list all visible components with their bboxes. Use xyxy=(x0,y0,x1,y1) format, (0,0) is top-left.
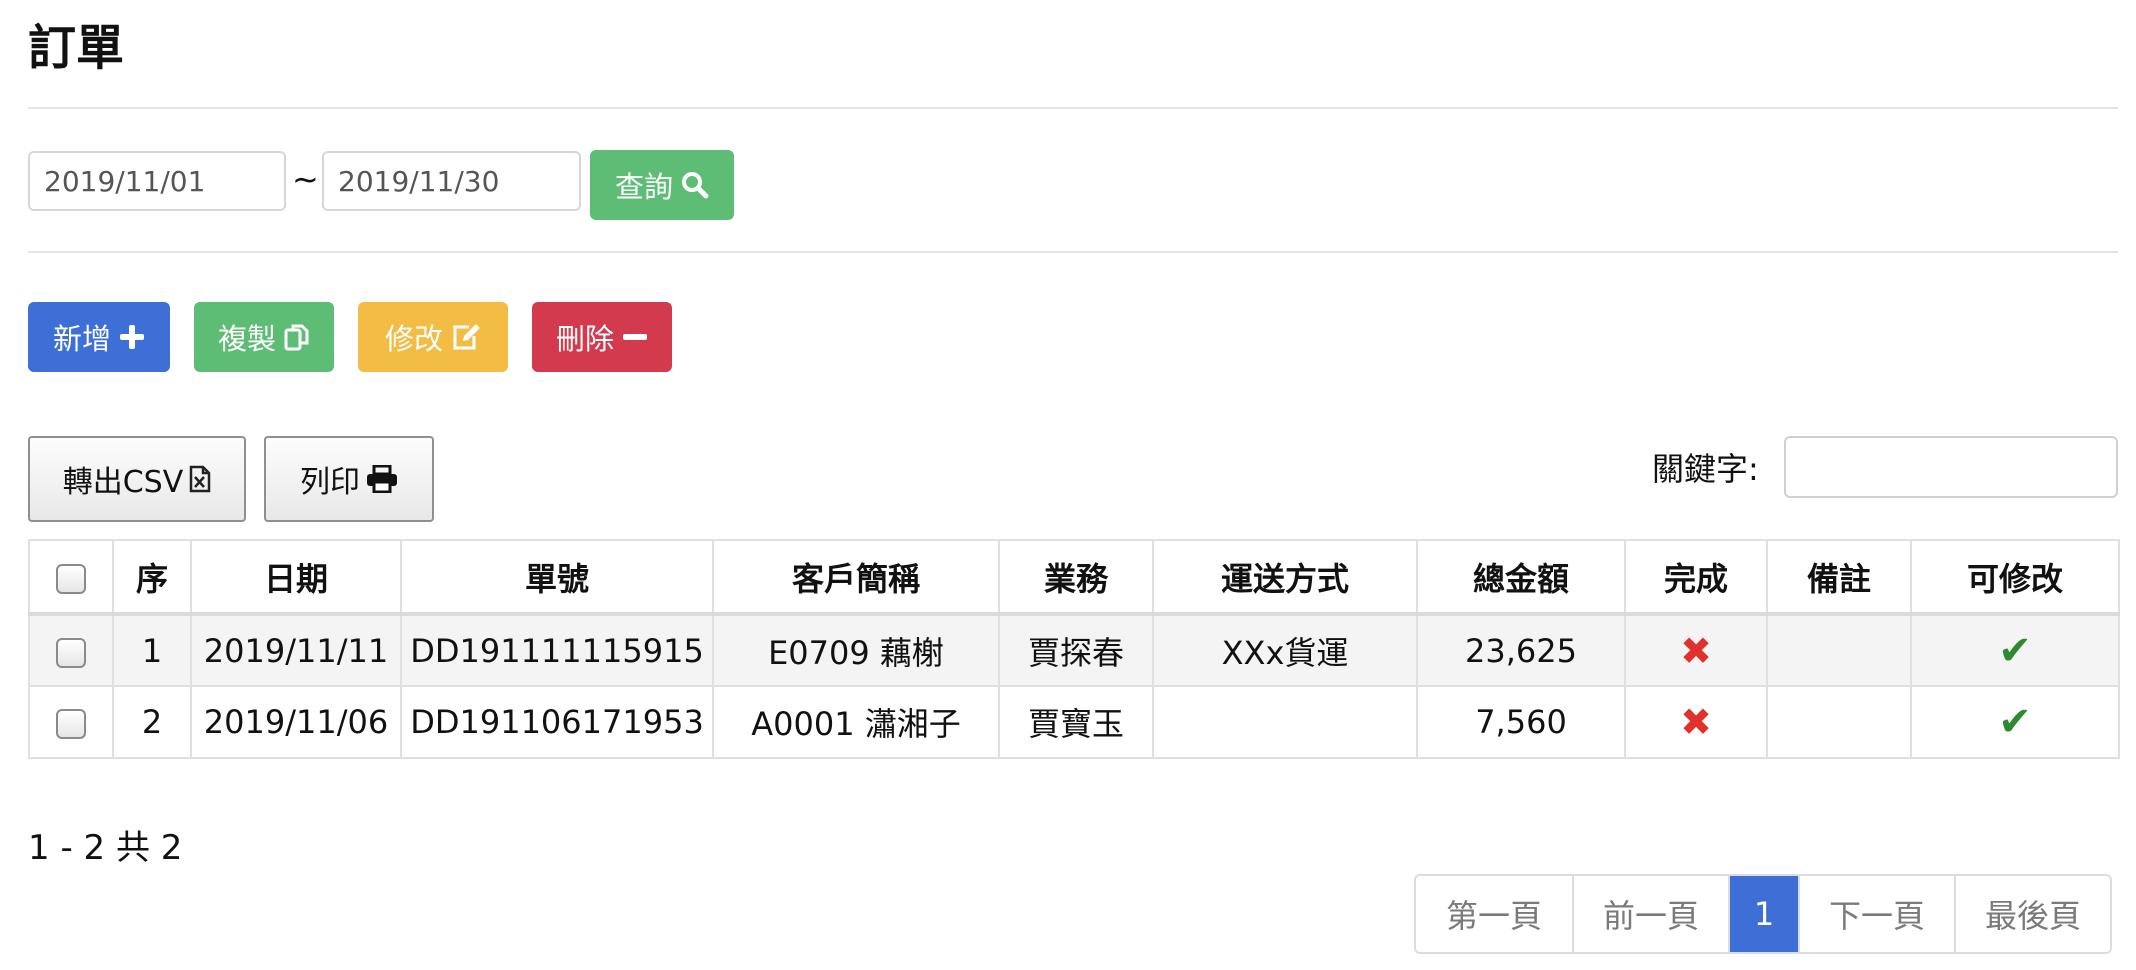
minus-icon xyxy=(623,334,647,340)
end-date-input[interactable] xyxy=(324,153,579,209)
delete-button-label: 刪除 xyxy=(555,322,614,356)
column-header[interactable]: 日期 xyxy=(190,539,402,616)
cell-shipping: XXx貨運 xyxy=(1152,613,1418,687)
last-page-button[interactable]: 最後頁 xyxy=(1954,876,2110,952)
add-button[interactable]: 新增 xyxy=(28,302,170,372)
export-csv-button[interactable]: 轉出CSV xyxy=(28,436,246,522)
keyword-label: 關鍵字: xyxy=(1652,450,1759,488)
page-title: 訂單 xyxy=(28,20,125,76)
column-header[interactable]: 完成 xyxy=(1624,539,1768,616)
date-range-separator: ~ xyxy=(292,160,319,198)
row-checkbox[interactable] xyxy=(56,709,86,739)
search-icon xyxy=(682,172,709,199)
file-excel-icon xyxy=(190,465,211,493)
table-header-row: 序 日期 單號 客戶簡稱 業務 運送方式 總金額 完成 備註 可修改 xyxy=(28,539,2120,616)
column-header[interactable]: 單號 xyxy=(400,539,714,616)
cell-order-no: DD191106171953 xyxy=(400,685,714,759)
copy-button[interactable]: 複製 xyxy=(194,302,334,372)
cell-seq: 1 xyxy=(112,613,192,687)
print-icon xyxy=(367,465,397,493)
copy-button-label: 複製 xyxy=(217,322,276,356)
cell-date: 2019/11/11 xyxy=(190,613,402,687)
cell-shipping xyxy=(1152,685,1418,759)
print-button-label: 列印 xyxy=(300,465,360,500)
delete-button[interactable]: 刪除 xyxy=(532,302,672,372)
copy-icon xyxy=(284,324,309,351)
edit-button-label: 修改 xyxy=(384,322,443,356)
add-button-label: 新增 xyxy=(52,322,111,356)
edit-button[interactable]: 修改 xyxy=(358,302,508,372)
cell-total: 23,625 xyxy=(1416,613,1626,687)
plus-icon xyxy=(120,325,144,349)
select-all-cell xyxy=(28,539,114,616)
edit-icon xyxy=(453,324,480,350)
column-header[interactable]: 業務 xyxy=(998,539,1154,616)
cell-editable: ✔ xyxy=(1910,685,2120,759)
keyword-search-input[interactable] xyxy=(1784,436,2118,498)
first-page-button[interactable]: 第一頁 xyxy=(1416,876,1572,952)
column-header[interactable]: 運送方式 xyxy=(1152,539,1418,616)
search-button-label: 查詢 xyxy=(614,170,673,204)
start-date-group xyxy=(28,151,286,211)
table-row[interactable]: 1 2019/11/11 DD191111115915 E0709 藕榭 賈探春… xyxy=(28,613,2120,687)
divider xyxy=(28,251,2118,253)
cell-seq: 2 xyxy=(112,685,192,759)
column-header[interactable]: 備註 xyxy=(1766,539,1912,616)
check-icon: ✔ xyxy=(1998,627,2032,674)
check-icon: ✔ xyxy=(1998,699,2032,745)
export-csv-label: 轉出CSV xyxy=(62,465,184,500)
end-date-group xyxy=(322,151,581,211)
row-select-cell xyxy=(28,613,114,687)
column-header[interactable]: 序 xyxy=(112,539,192,616)
cell-done: ✖ xyxy=(1624,685,1768,759)
table-row[interactable]: 2 2019/11/06 DD191106171953 A0001 瀟湘子 賈寶… xyxy=(28,685,2120,759)
current-page-button[interactable]: 1 xyxy=(1728,876,1798,952)
next-page-button[interactable]: 下一頁 xyxy=(1798,876,1954,952)
row-select-cell xyxy=(28,685,114,759)
pagination: 第一頁 前一頁 1 下一頁 最後頁 xyxy=(1414,874,2112,954)
cell-total: 7,560 xyxy=(1416,685,1626,759)
column-header[interactable]: 客戶簡稱 xyxy=(712,539,1000,616)
record-summary: 1 - 2 共 2 xyxy=(28,828,183,868)
column-header[interactable]: 總金額 xyxy=(1416,539,1626,616)
cell-done: ✖ xyxy=(1624,613,1768,687)
start-date-input[interactable] xyxy=(30,153,284,209)
column-header[interactable]: 可修改 xyxy=(1910,539,2120,616)
cell-order-no: DD191111115915 xyxy=(400,613,714,687)
cross-icon: ✖ xyxy=(1680,628,1712,673)
cell-date: 2019/11/06 xyxy=(190,685,402,759)
cell-customer: E0709 藕榭 xyxy=(712,613,1000,687)
cell-note xyxy=(1766,613,1912,687)
prev-page-button[interactable]: 前一頁 xyxy=(1572,876,1728,952)
row-checkbox[interactable] xyxy=(56,637,86,668)
print-button[interactable]: 列印 xyxy=(264,436,434,522)
select-all-checkbox[interactable] xyxy=(56,563,86,594)
cell-editable: ✔ xyxy=(1910,613,2120,687)
cell-note xyxy=(1766,685,1912,759)
cell-customer: A0001 瀟湘子 xyxy=(712,685,1000,759)
cell-sales: 賈探春 xyxy=(998,613,1154,687)
cell-sales: 賈寶玉 xyxy=(998,685,1154,759)
orders-table: 序 日期 單號 客戶簡稱 業務 運送方式 總金額 完成 備註 可修改 1 201… xyxy=(28,539,2120,759)
divider xyxy=(28,107,2118,109)
orders-page: 訂單 ~ xyxy=(0,0,2136,970)
search-button[interactable]: 查詢 xyxy=(590,150,734,220)
cross-icon: ✖ xyxy=(1680,700,1712,744)
